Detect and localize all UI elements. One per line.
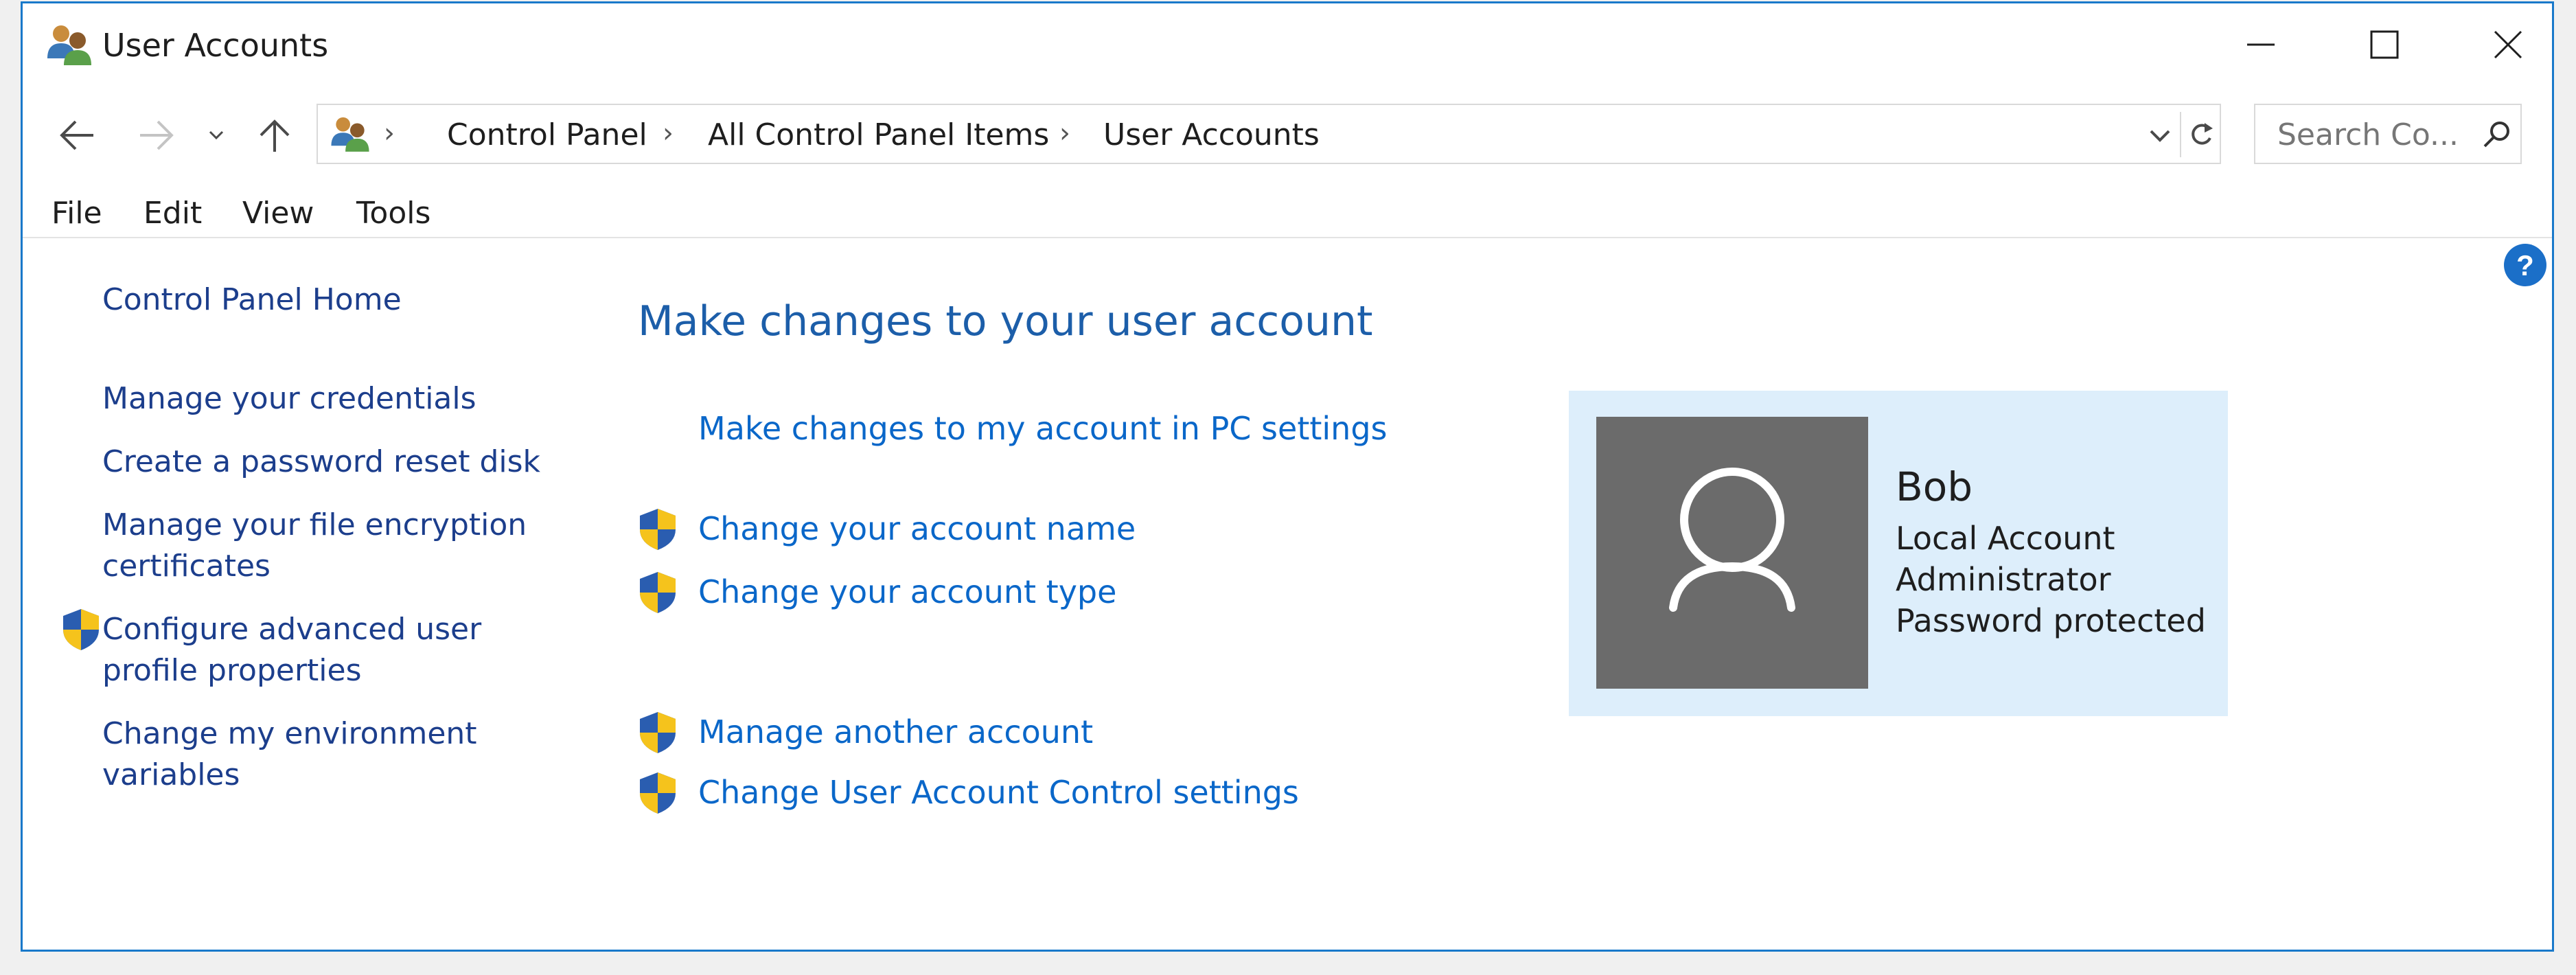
uac-shield-icon [640, 772, 676, 814]
chevron-down-icon [209, 130, 224, 140]
link-line: Manage your credentials [102, 381, 476, 416]
breadcrumb-all-control-panel-items[interactable]: All Control Panel Items [708, 117, 1049, 152]
address-bar[interactable]: › Control Panel › All Control Panel Item… [317, 104, 2221, 164]
account-password-status: Password protected [1896, 602, 2206, 639]
menu-tools[interactable]: Tools [356, 196, 430, 231]
user-accounts-icon [47, 25, 91, 65]
menu-edit[interactable]: Edit [143, 196, 202, 231]
link-line: Change my environment [102, 716, 477, 751]
menu-view[interactable]: View [242, 196, 314, 231]
account-card: Bob Local Account Administrator Password… [1569, 391, 2228, 716]
control-panel-home-link[interactable]: Control Panel Home [102, 279, 402, 321]
account-role: Administrator [1896, 561, 2111, 598]
manage-another-account-link[interactable]: Manage another account [698, 713, 1093, 750]
advanced-user-profile-link[interactable]: Configure advanced user profile properti… [102, 609, 481, 691]
link-line: Manage your file encryption [102, 507, 527, 542]
minimize-icon [2247, 43, 2275, 46]
avatar [1596, 417, 1868, 689]
menu-bar: File Edit View Tools [23, 182, 2552, 238]
page-heading: Make changes to your user account [638, 297, 1373, 345]
menu-file[interactable]: File [51, 196, 102, 231]
change-account-type-link[interactable]: Change your account type [698, 573, 1116, 610]
breadcrumb-separator[interactable]: › [663, 117, 674, 149]
minimize-button[interactable] [2199, 3, 2323, 86]
uac-shield-icon [640, 572, 676, 613]
svg-text:?: ? [2516, 249, 2534, 282]
link-line: profile properties [102, 653, 362, 688]
refresh-icon [2192, 123, 2213, 145]
manage-credentials-link[interactable]: Manage your credentials [102, 378, 476, 420]
link-line: certificates [102, 549, 271, 584]
up-arrow-icon [260, 119, 290, 152]
maximize-icon [2370, 30, 2399, 59]
back-arrow-icon [60, 120, 93, 150]
password-reset-disk-link[interactable]: Create a password reset disk [102, 441, 540, 483]
user-accounts-window: User Accounts › Control Panel › All Cont… [21, 1, 2554, 952]
change-account-name-link[interactable]: Change your account name [698, 510, 1136, 547]
chevron-down-icon[interactable] [2143, 112, 2177, 157]
search-input[interactable]: Search Co... [2254, 104, 2522, 164]
refresh-button[interactable] [2180, 112, 2221, 157]
close-button[interactable] [2446, 3, 2552, 86]
link-line: Create a password reset disk [102, 444, 540, 479]
breadcrumb-user-accounts[interactable]: User Accounts [1103, 117, 1320, 152]
user-silhouette-icon [1669, 468, 1795, 612]
up-button[interactable] [251, 106, 299, 164]
maximize-button[interactable] [2323, 3, 2446, 86]
breadcrumb-separator[interactable]: › [1059, 117, 1070, 149]
link-line: variables [102, 757, 240, 792]
window-title: User Accounts [102, 27, 329, 64]
uac-shield-icon [63, 609, 99, 650]
close-icon [2494, 30, 2522, 59]
search-placeholder: Search Co... [2277, 117, 2459, 152]
account-type: Local Account [1896, 520, 2115, 557]
pc-settings-link[interactable]: Make changes to my account in PC setting… [698, 410, 1388, 447]
uac-shield-icon [640, 712, 676, 753]
recent-locations-button[interactable] [203, 106, 230, 164]
account-name: Bob [1896, 463, 1973, 510]
title-bar[interactable]: User Accounts [23, 3, 2552, 86]
control-panel-icon [331, 117, 369, 152]
breadcrumb-separator[interactable]: › [384, 117, 395, 149]
help-icon[interactable]: ? [2503, 242, 2548, 288]
environment-variables-link[interactable]: Change my environment variables [102, 713, 477, 796]
search-icon [2483, 122, 2509, 148]
forward-button[interactable] [133, 106, 181, 164]
uac-settings-link[interactable]: Change User Account Control settings [698, 774, 1299, 811]
uac-shield-icon [640, 509, 676, 550]
breadcrumb-control-panel[interactable]: Control Panel [447, 117, 647, 152]
forward-arrow-icon [140, 120, 174, 150]
back-button[interactable] [53, 106, 101, 164]
link-line: Configure advanced user [102, 612, 482, 647]
file-encryption-certificates-link[interactable]: Manage your file encryption certificates [102, 505, 527, 587]
